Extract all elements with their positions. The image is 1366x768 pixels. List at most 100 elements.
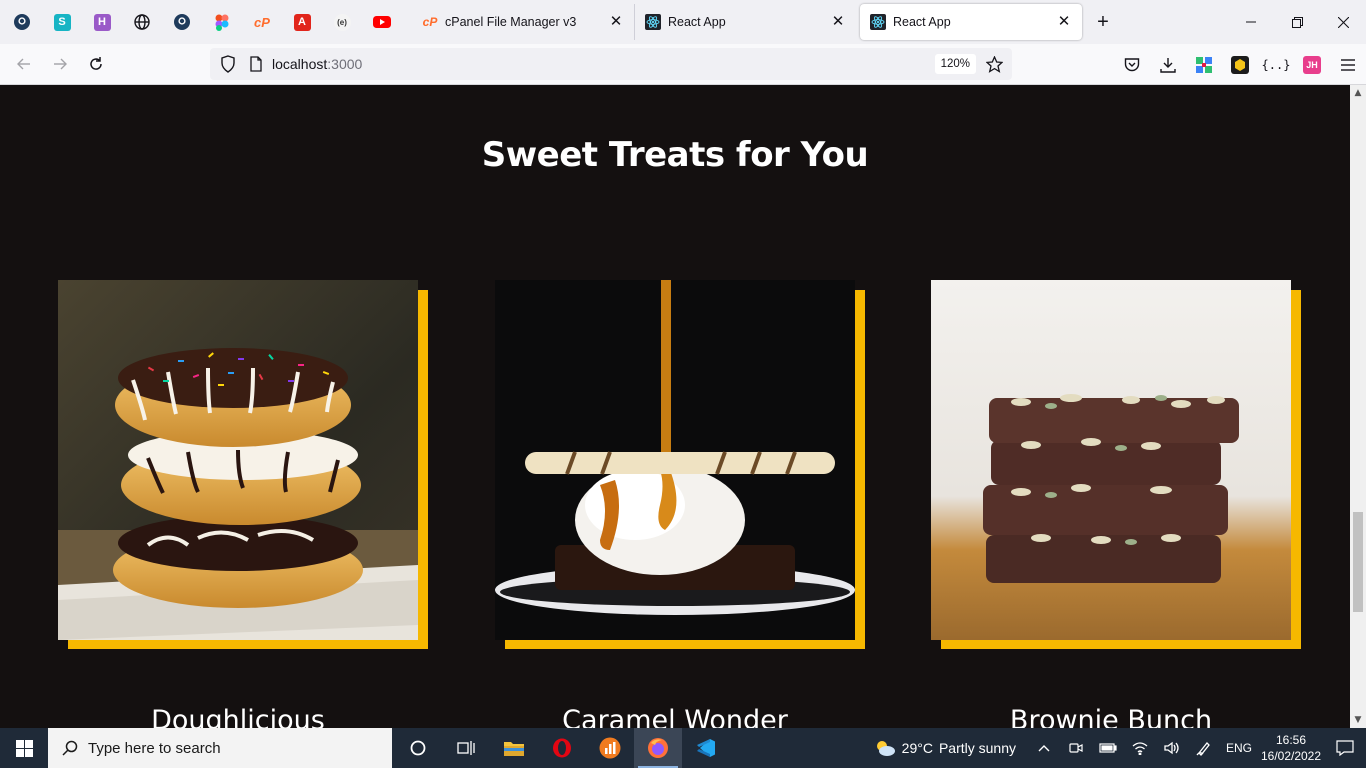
scrollbar-thumb[interactable] — [1353, 512, 1363, 612]
firefox-icon — [648, 738, 668, 758]
taskbar-apps — [394, 728, 730, 768]
url-bar[interactable]: localhost:3000 120% — [210, 48, 1012, 80]
back-button[interactable] — [6, 48, 42, 80]
folder-icon — [504, 742, 524, 756]
cpanel-icon: cP — [254, 14, 270, 30]
download-icon — [1160, 57, 1176, 73]
vscode-icon — [697, 739, 715, 757]
extension-json-button[interactable]: {..} — [1258, 49, 1294, 81]
close-icon[interactable]: ✕ — [830, 14, 846, 30]
wifi-button[interactable] — [1124, 728, 1156, 768]
zoom-level-button[interactable]: 120% — [934, 54, 976, 74]
close-icon[interactable]: ✕ — [608, 14, 624, 30]
youtube-icon — [373, 16, 391, 28]
extension-yellow-button[interactable] — [1222, 49, 1258, 81]
stats-app-button[interactable] — [586, 728, 634, 768]
url-text[interactable]: localhost:3000 — [272, 56, 362, 72]
card-title-doughlicious: Doughlicious — [151, 705, 325, 728]
pinned-tab-adobe[interactable]: A — [282, 0, 322, 44]
file-explorer-button[interactable] — [490, 728, 538, 768]
scroll-up-arrow-icon[interactable]: ▲ — [1350, 85, 1366, 101]
pinned-tab-globe[interactable] — [122, 0, 162, 44]
caramel-icecream-image — [495, 280, 855, 640]
input-language-indicator[interactable]: ENG — [1220, 741, 1258, 755]
weather-widget[interactable]: 29°C Partly sunny — [874, 739, 1016, 757]
pen-workspace-button[interactable] — [1188, 728, 1220, 768]
navigation-bar: localhost:3000 120% {..} JH — [0, 44, 1366, 85]
weather-condition: Partly sunny — [938, 740, 1016, 756]
bookmark-star-icon[interactable] — [984, 54, 1004, 74]
opera-icon — [553, 738, 571, 758]
product-card-doughlicious[interactable] — [58, 280, 428, 660]
tab-title: cPanel File Manager v3 — [445, 15, 577, 29]
close-icon[interactable]: ✕ — [1056, 14, 1072, 30]
brownies-image — [931, 280, 1291, 640]
system-tray: 29°C Partly sunny ENG 16:56 16/02/2022 — [874, 728, 1366, 768]
arrow-right-icon — [54, 58, 67, 70]
clock[interactable]: 16:56 16/02/2022 — [1258, 732, 1324, 764]
menu-button[interactable] — [1330, 49, 1366, 81]
start-button[interactable] — [0, 728, 48, 768]
taskbar-search-box[interactable]: Type here to search — [48, 728, 392, 768]
vscode-button[interactable] — [682, 728, 730, 768]
scroll-down-arrow-icon[interactable]: ▼ — [1350, 712, 1366, 728]
clock-date: 16/02/2022 — [1260, 749, 1322, 763]
tab-cpanel-file-manager[interactable]: cP cPanel File Manager v3 ✕ — [412, 4, 634, 40]
shield-icon[interactable] — [218, 55, 238, 73]
reload-icon — [90, 57, 102, 70]
hamburger-menu-icon — [1341, 58, 1355, 71]
pocket-button[interactable] — [1114, 49, 1150, 81]
github-icon — [174, 14, 190, 30]
pinned-tabs: S H cP A (e) — [0, 0, 402, 44]
restore-button[interactable] — [1274, 0, 1320, 44]
tab-react-app-active[interactable]: React App ✕ — [860, 4, 1082, 40]
meet-now-button[interactable] — [1060, 728, 1092, 768]
pinned-tab-s[interactable]: S — [42, 0, 82, 44]
cortana-button[interactable] — [394, 728, 442, 768]
page-scrollbar[interactable]: ▲ ▼ — [1350, 85, 1366, 728]
close-window-button[interactable] — [1320, 0, 1366, 44]
page-viewport: Sweet Treats for You Doughlicious Carame… — [0, 85, 1350, 728]
page-icon[interactable] — [246, 56, 266, 72]
search-icon — [62, 740, 78, 756]
pinned-tab-github-2[interactable] — [162, 0, 202, 44]
show-hidden-icons-button[interactable] — [1028, 728, 1060, 768]
url-host: localhost — [272, 56, 328, 72]
task-view-icon — [457, 741, 475, 755]
new-tab-button[interactable]: + — [1088, 7, 1118, 37]
url-port: :3000 — [327, 56, 363, 72]
pinned-tab-github[interactable] — [2, 0, 42, 44]
pinned-tab-cpanel[interactable]: cP — [242, 0, 282, 44]
pinned-tab-figma[interactable] — [202, 0, 242, 44]
reload-button[interactable] — [78, 48, 114, 80]
battery-button[interactable] — [1092, 728, 1124, 768]
downloads-button[interactable] — [1150, 49, 1186, 81]
extension-jh-button[interactable]: JH — [1294, 49, 1330, 81]
react-icon — [870, 14, 886, 30]
pocket-icon — [1124, 58, 1140, 72]
pinned-tab-h[interactable]: H — [82, 0, 122, 44]
battery-icon — [1099, 743, 1117, 753]
e-icon: (e) — [333, 13, 351, 31]
forward-button[interactable] — [42, 48, 78, 80]
pinned-tab-youtube[interactable] — [362, 0, 402, 44]
opera-button[interactable] — [538, 728, 586, 768]
weather-temperature: 29°C — [901, 740, 933, 756]
pinned-tab-e[interactable]: (e) — [322, 0, 362, 44]
camera-icon — [1069, 743, 1083, 753]
minimize-button[interactable] — [1228, 0, 1274, 44]
restore-icon — [1291, 16, 1303, 28]
product-card-brownie-bunch[interactable] — [931, 280, 1301, 660]
tab-react-app[interactable]: React App ✕ — [634, 4, 856, 40]
close-icon — [1337, 16, 1349, 28]
pen-icon — [1196, 742, 1210, 756]
volume-button[interactable] — [1156, 728, 1188, 768]
firefox-button[interactable] — [634, 728, 682, 768]
task-view-button[interactable] — [442, 728, 490, 768]
windows-taskbar: Type here to search 29°C Partly sunny EN… — [0, 728, 1366, 768]
notifications-button[interactable] — [1324, 728, 1366, 768]
product-card-caramel-wonder[interactable] — [495, 280, 865, 660]
s-app-icon: S — [53, 13, 71, 31]
extension-colorzilla-button[interactable] — [1186, 49, 1222, 81]
windows-logo-icon — [15, 739, 33, 757]
